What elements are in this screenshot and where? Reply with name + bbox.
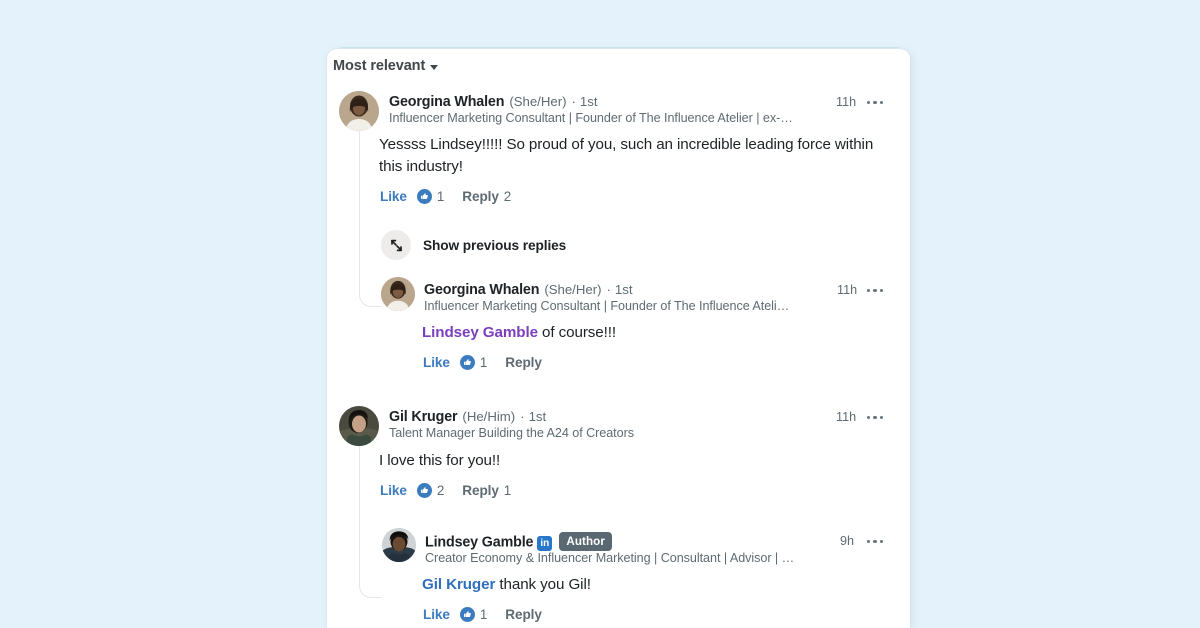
- comment-header: Lindsey Gamble in Author: [425, 532, 612, 552]
- avatar[interactable]: [382, 528, 416, 562]
- reaction-summary[interactable]: 1: [459, 607, 488, 622]
- author-name[interactable]: Lindsey Gamble: [425, 535, 533, 551]
- author-badge: Author: [559, 532, 612, 551]
- page-root: Most relevant Georgina Whalen (She/Her) …: [0, 0, 1200, 628]
- reaction-count: 1: [479, 607, 488, 622]
- thumbs-up-reaction-icon: [459, 607, 475, 622]
- linkedin-in-icon: in: [537, 535, 553, 551]
- comment-text-remainder: thank you Gil!: [495, 576, 591, 593]
- comment-actions: Like 1 Reply: [423, 607, 547, 622]
- comment-text: Gil Kruger thank you Gil!: [422, 574, 892, 596]
- reply-button[interactable]: Reply: [505, 607, 542, 622]
- author-headline: Creator Economy & Influencer Marketing |…: [425, 551, 795, 565]
- mention-link[interactable]: Gil Kruger: [422, 576, 495, 593]
- more-options-icon[interactable]: [867, 540, 884, 544]
- like-button[interactable]: Like: [423, 607, 450, 622]
- comments-card: Most relevant Georgina Whalen (She/Her) …: [327, 49, 910, 628]
- top-divider: [340, 47, 900, 48]
- comment-timestamp: 9h: [840, 534, 855, 548]
- comment-lindsey-gamble: Lindsey Gamble in Author Creator Economy &…: [327, 49, 910, 628]
